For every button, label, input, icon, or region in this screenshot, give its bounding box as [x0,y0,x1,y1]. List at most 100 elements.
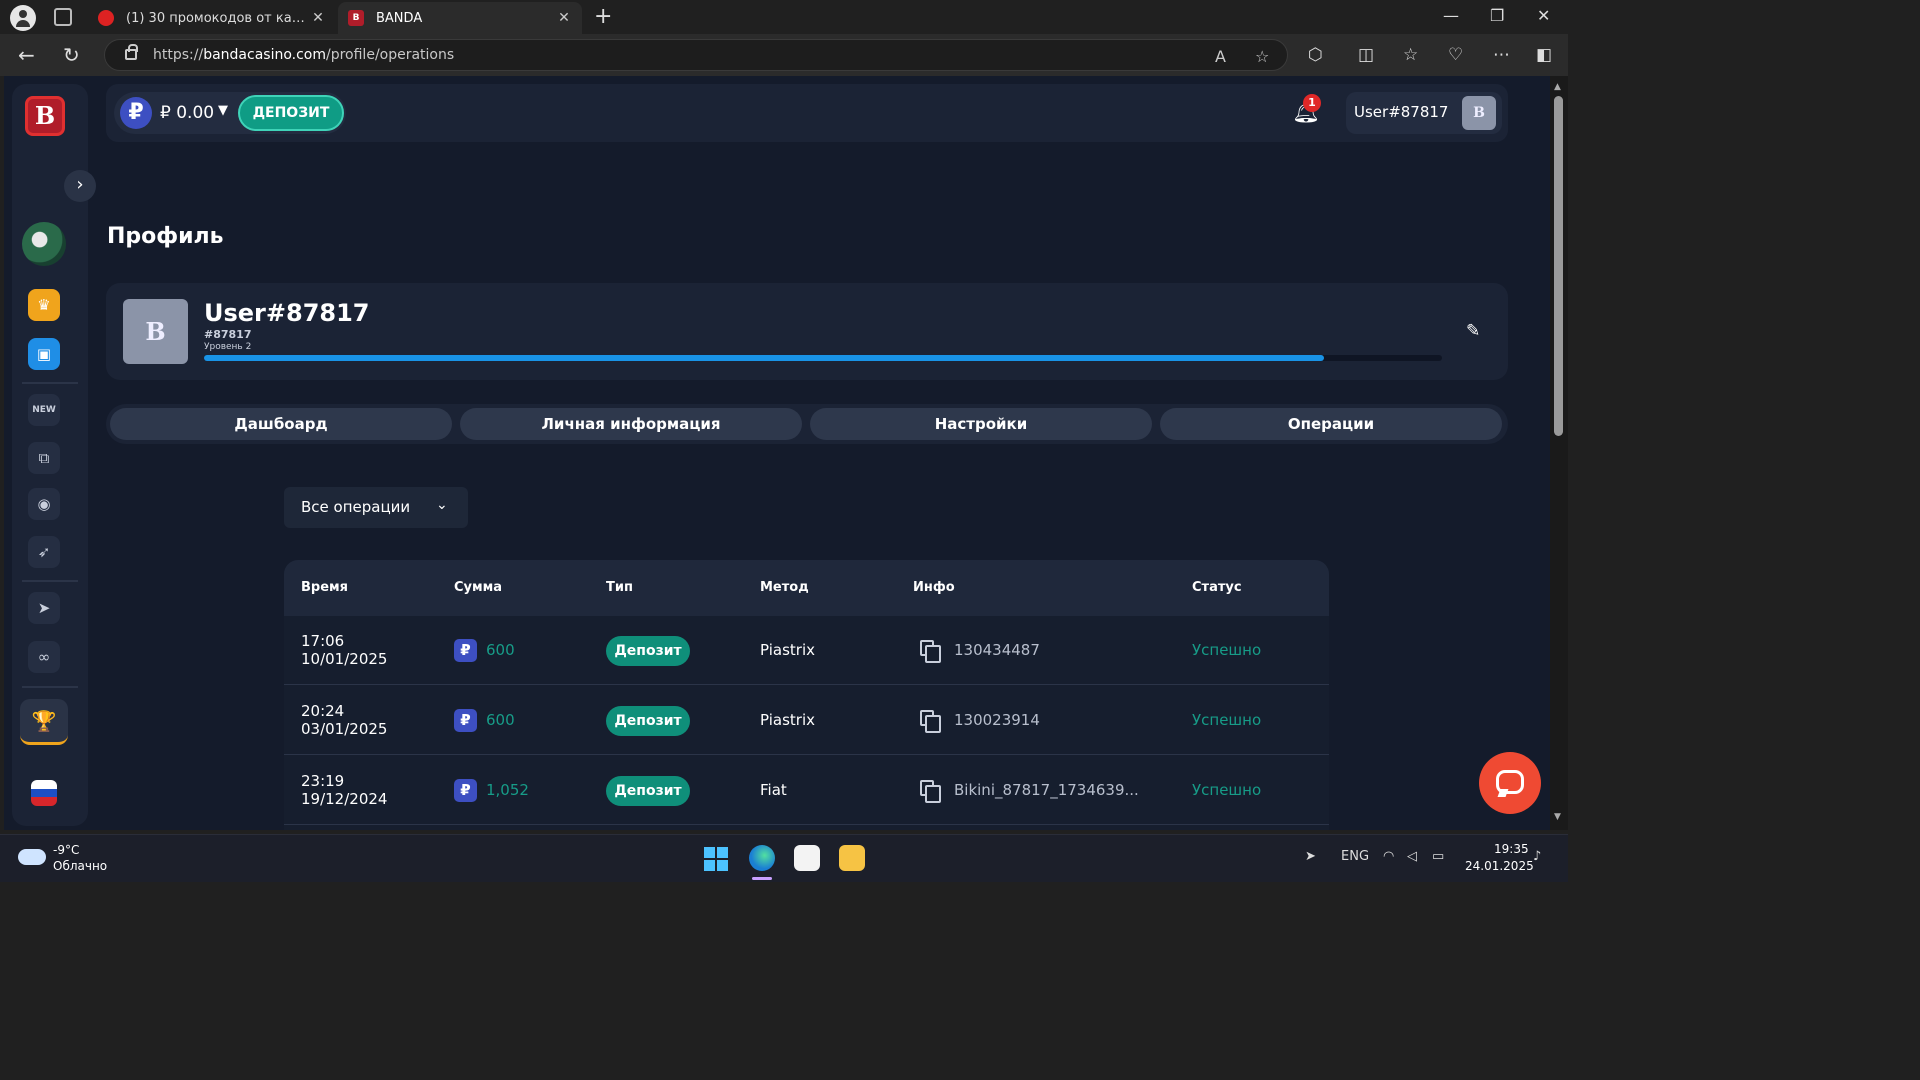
rocket-icon[interactable]: ➶ [28,536,60,568]
url-input[interactable]: https://bandacasino.com/profile/operatio… [104,39,1288,71]
battery-icon[interactable]: ▭ [1432,849,1444,864]
providers-icon[interactable]: ⧉ [28,442,60,474]
split-screen-icon[interactable]: ◫ [1358,45,1374,65]
page-scrollbar[interactable]: ▲ ▼ [1550,76,1568,830]
sidebar-toggle-icon[interactable]: ◧ [1536,45,1552,65]
balance-group: ₽ ₽ 0.00 ▼ депозит [114,92,346,134]
close-tab-icon[interactable]: ✕ [310,10,326,26]
ruble-icon: ₽ [454,779,477,802]
row-amount: 600 [486,641,515,659]
col-type: Тип [606,580,633,595]
table-row: 23:19 19/12/2024 ₽ 1,052 Депозит Fiat Bik… [284,756,1329,825]
notification-bell-icon[interactable]: ♪ [1533,849,1541,864]
row-status: Успешно [1192,781,1262,799]
support-chat-button[interactable] [1479,752,1541,814]
cloud-weather-icon[interactable] [18,849,46,865]
tab-dashboard[interactable]: Дашбоард [110,408,452,440]
wifi-icon[interactable]: ◠ [1383,849,1394,864]
file-explorer-icon[interactable] [839,845,865,871]
language-indicator[interactable]: ENG [1341,849,1369,864]
close-window-icon[interactable]: ✕ [1537,6,1550,25]
browser-essentials-icon[interactable]: ♡ [1448,45,1463,65]
ruble-icon: ₽ [120,97,152,129]
refresh-icon[interactable]: ↻ [63,43,80,67]
username: User#87817 [1354,103,1449,121]
tab-personal-info[interactable]: Личная информация [460,408,802,440]
casino-favicon-icon [98,10,114,26]
copy-icon[interactable] [920,780,941,803]
web-page: B › ♛ ▣ NEW ⧉ ◉ ➶ ➤ ∞ 🏆 ₽ ₽ 0.00 ▼ депоз… [4,76,1550,830]
trophy-icon[interactable]: 🏆 [20,699,68,745]
maximize-icon[interactable]: ❐ [1490,6,1504,25]
tab-title: (1) 30 промокодов от казино Ba [126,10,310,26]
weather-temperature: -9°C [53,843,80,857]
minimize-icon[interactable]: — [1443,6,1459,25]
favorite-star-icon[interactable]: ☆ [1255,47,1269,66]
table-row: 17:06 10/01/2025 ₽ 600 Депозит Piastrix 1… [284,616,1329,685]
banda-logo[interactable]: B [25,96,65,136]
col-info: Инфо [913,580,955,595]
tab-title: BANDA [376,10,423,26]
scroll-down-icon[interactable]: ▼ [1554,812,1561,822]
level-progress-fill [204,355,1325,361]
new-games-icon[interactable]: NEW [28,394,60,426]
profile-id: #87817 [204,328,252,341]
scrollbar-thumb[interactable] [1554,96,1563,436]
avatar: B [1462,96,1496,130]
profile-avatar: B [123,299,188,364]
language-flag-icon[interactable] [31,780,57,806]
crown-icon[interactable]: ♛ [28,289,60,321]
balance-value[interactable]: ₽ 0.00 [160,103,214,123]
edge-browser-icon[interactable] [749,845,775,871]
favorites-icon[interactable]: ☆ [1403,45,1418,65]
browser-tab-bar: (1) 30 промокодов от казино Ba ✕ B BANDA… [0,0,1568,34]
profile-level: Уровень 2 [204,342,252,352]
row-time: 20:24 03/01/2025 [301,702,388,738]
browser-tab-promo[interactable]: (1) 30 промокодов от казино Ba ✕ [88,2,336,34]
sidebar-expand-button[interactable]: › [64,170,96,202]
user-menu[interactable]: User#87817 B [1346,92,1502,134]
deposit-button[interactable]: депозит [238,95,344,131]
tab-operations[interactable]: Операции [1160,408,1502,440]
windows-start-icon[interactable] [704,847,728,871]
copy-icon[interactable] [920,640,941,663]
copy-icon[interactable] [920,710,941,733]
banda-favicon-icon: B [348,10,364,26]
row-method: Piastrix [760,711,815,729]
new-tab-icon[interactable]: + [594,4,612,29]
telegram-icon[interactable]: ➤ [28,592,60,624]
telegram-tray-icon[interactable]: ➤ [1305,849,1316,864]
extensions-icon[interactable]: ⬡ [1308,45,1323,65]
gift-icon[interactable]: ▣ [28,338,60,370]
tab-actions-icon[interactable] [54,8,72,26]
volume-icon[interactable]: ◁ [1407,849,1417,864]
live-casino-icon[interactable]: ◉ [28,488,60,520]
browser-tab-banda[interactable]: B BANDA ✕ [338,2,582,34]
read-aloud-icon[interactable]: A [1215,47,1226,66]
store-icon[interactable] [794,845,820,871]
featured-game-icon[interactable] [22,222,66,266]
filter-label: Все операции [301,498,411,516]
more-menu-icon[interactable]: ⋯ [1493,45,1510,65]
notification-badge: 1 [1303,94,1321,112]
close-tab-icon[interactable]: ✕ [556,10,572,26]
profile-card: B User#87817 #87817 Уровень 2 ✎ [106,283,1508,380]
table-row: 20:24 03/01/2025 ₽ 600 Депозит Piastrix 1… [284,686,1329,755]
scroll-up-icon[interactable]: ▲ [1554,82,1561,92]
row-amount: 600 [486,711,515,729]
row-status: Успешно [1192,641,1262,659]
clock-date: 24.01.2025 [1465,859,1534,873]
profile-tabs: Дашбоард Личная информация Настройки Опе… [106,404,1508,444]
operations-filter-select[interactable]: Все операции ⌄ [284,487,468,528]
back-icon[interactable]: ← [18,43,35,67]
row-amount: 1,052 [486,781,529,799]
tab-settings[interactable]: Настройки [810,408,1152,440]
sidebar-divider [22,686,78,688]
link-icon[interactable]: ∞ [28,641,60,673]
sidebar-divider [22,382,78,384]
edit-pencil-icon[interactable]: ✎ [1466,321,1480,341]
row-info: Bikini_87817_1734639... [954,781,1139,799]
browser-profile-icon[interactable] [10,5,36,31]
weather-description: Облачно [53,859,108,873]
chevron-down-icon[interactable]: ▼ [218,103,228,118]
